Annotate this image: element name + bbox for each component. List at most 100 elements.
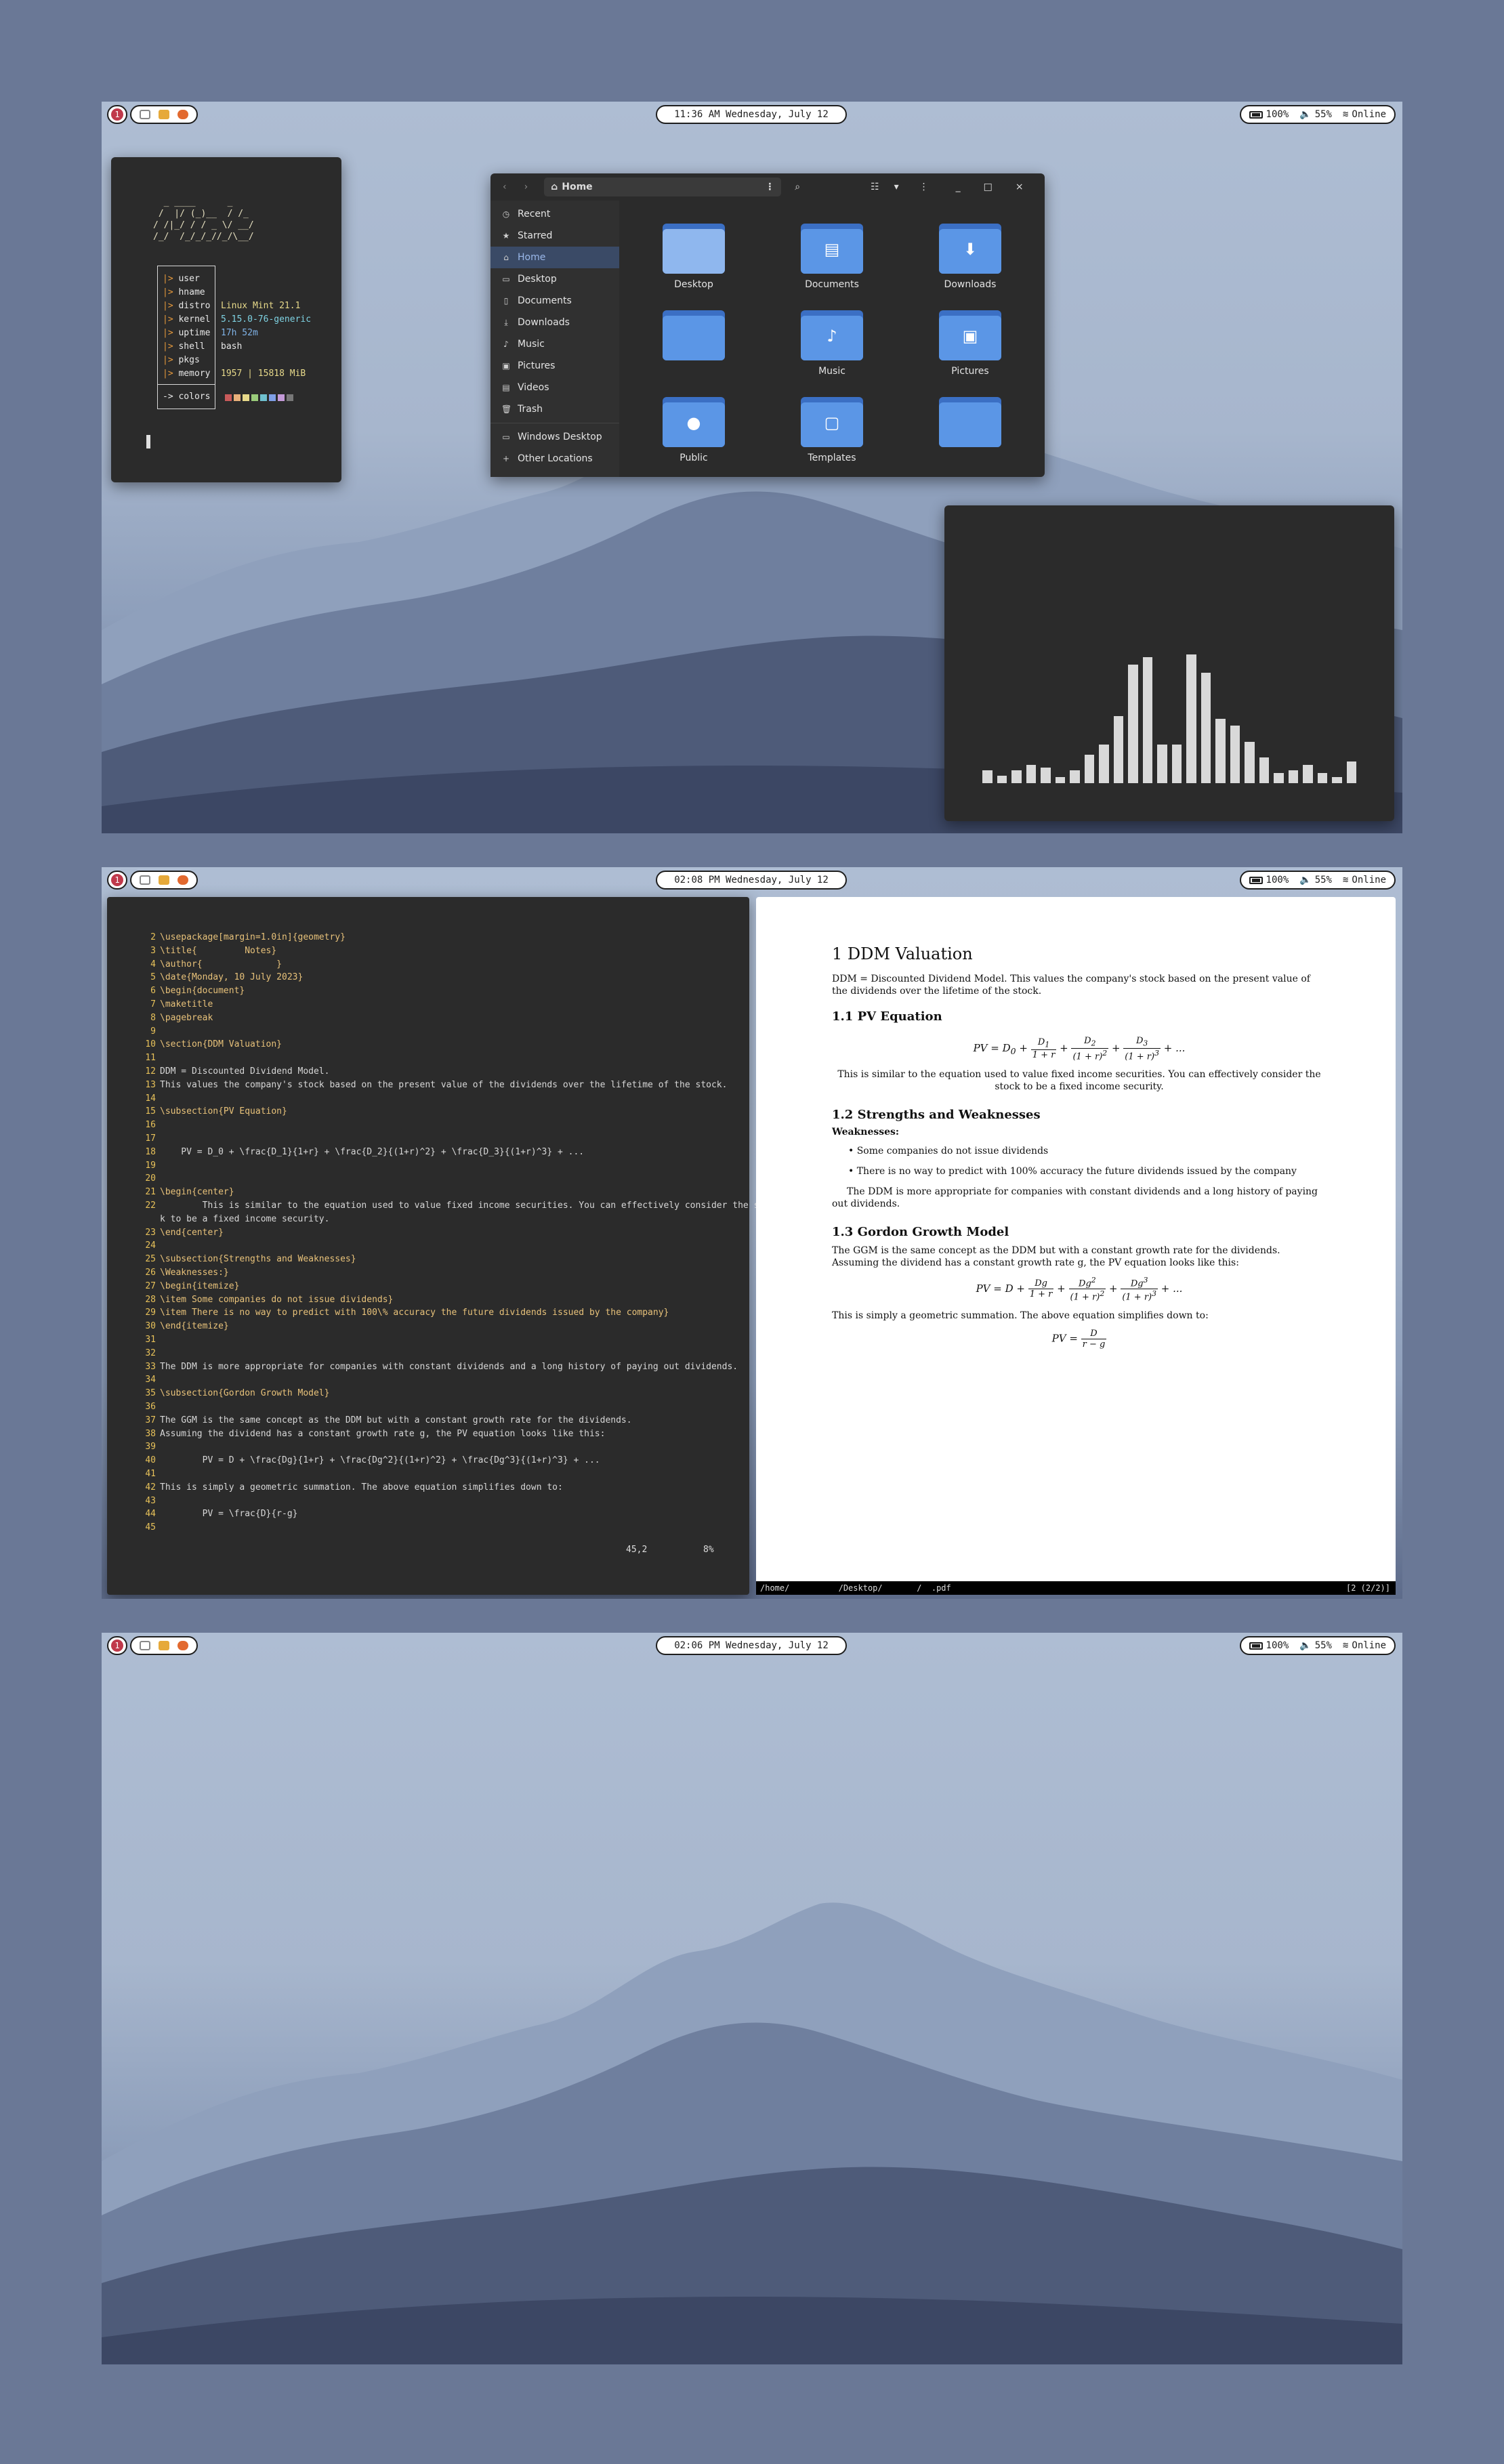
- battery-level[interactable]: 100%: [1266, 109, 1289, 120]
- folder-public[interactable]: ●: [663, 397, 725, 451]
- vim-editor-window[interactable]: 2 \usepackage[margin=1.0in]{geometry} 3 \ti…: [107, 897, 775, 1595]
- sidebar-item-documents[interactable]: ▯ Documents: [490, 290, 619, 312]
- editor-line[interactable]: 26 \Weaknesses:}: [107, 1268, 228, 1280]
- file-manager-window[interactable]: ‹ › ⌂ Home ⋮ ⌕ ☷ ▾ ⋮ _ □ × ◷ Recent ★ Starr…: [490, 173, 1045, 477]
- files-icon[interactable]: [159, 110, 169, 119]
- editor-line[interactable]: k to be a fixed income security.: [107, 1214, 329, 1227]
- network-status[interactable]: Online: [1352, 109, 1386, 120]
- battery-level[interactable]: 100%: [1266, 1640, 1289, 1651]
- editor-line[interactable]: 28 \item Some companies do not issue divi…: [107, 1295, 393, 1308]
- sidebar-item-downloads[interactable]: ⤓ Downloads: [490, 312, 619, 333]
- sidebar-item-pictures[interactable]: ▣ Pictures: [490, 355, 619, 377]
- editor-line[interactable]: 21 \begin{center}: [107, 1187, 234, 1200]
- sidebar-item-desktop[interactable]: ▭ Desktop: [490, 268, 619, 290]
- sidebar-item-recent[interactable]: ◷ Recent: [490, 203, 619, 225]
- clock[interactable]: 02:08 PM Wednesday, July 12: [656, 871, 847, 890]
- sidebar-item-windows-desktop[interactable]: ▭ Windows Desktop: [490, 426, 619, 448]
- files-icon[interactable]: [159, 875, 169, 885]
- editor-line[interactable]: 9: [107, 1026, 160, 1039]
- editor-line[interactable]: 10 \section{DDM Valuation}: [107, 1039, 282, 1052]
- network-status[interactable]: Online: [1352, 875, 1386, 885]
- menu-icon[interactable]: ⋮: [919, 182, 929, 192]
- files-icon[interactable]: [159, 1641, 169, 1650]
- workspace-indicator[interactable]: 1: [107, 105, 127, 124]
- editor-line[interactable]: 42 This is simply a geometric summation. …: [107, 1482, 562, 1495]
- editor-line[interactable]: 22 This is similar to the equation used …: [107, 1200, 775, 1213]
- workspace-indicator[interactable]: 1: [107, 871, 127, 890]
- folder-downloads[interactable]: ⬇: [939, 224, 1001, 278]
- editor-line[interactable]: 13 This values the company's stock based …: [107, 1080, 727, 1093]
- pdf-viewer-window[interactable]: 1 DDM Valuation DDM = Discounted Dividen…: [756, 897, 1396, 1595]
- editor-line[interactable]: 18 PV = D_0 + \frac{D_1}{1+r} + \frac{D_…: [107, 1147, 584, 1160]
- editor-line[interactable]: 7 \maketitle: [107, 999, 213, 1012]
- minimize-icon[interactable]: _: [956, 182, 961, 192]
- sidebar-item-other-locations[interactable]: + Other Locations: [490, 448, 619, 469]
- folder-music[interactable]: ♪: [801, 310, 863, 364]
- folder-desktop[interactable]: [663, 224, 725, 278]
- editor-line[interactable]: 11: [107, 1053, 160, 1066]
- close-icon[interactable]: ×: [1016, 182, 1024, 192]
- volume-level[interactable]: 55%: [1315, 1640, 1332, 1651]
- clock[interactable]: 11:36 AM Wednesday, July 12: [656, 105, 847, 124]
- editor-line[interactable]: 36: [107, 1402, 160, 1415]
- editor-line[interactable]: 24: [107, 1240, 160, 1253]
- editor-line[interactable]: 33 The DDM is more appropriate for compan…: [107, 1362, 738, 1375]
- editor-line[interactable]: 3 \title{ Notes}: [107, 946, 276, 959]
- editor-line[interactable]: 29 \item There is no way to predict with …: [107, 1308, 669, 1320]
- sidebar-item-videos[interactable]: ▤ Videos: [490, 377, 619, 398]
- terminal-window[interactable]: _ ____ _ / |/ (_)__ / /_ / /|_/ / / _ \/…: [111, 157, 341, 482]
- terminal-icon[interactable]: [140, 875, 150, 885]
- battery-level[interactable]: 100%: [1266, 875, 1289, 885]
- editor-line[interactable]: 39: [107, 1442, 160, 1455]
- editor-line[interactable]: 17: [107, 1133, 160, 1146]
- terminal-icon[interactable]: [140, 110, 150, 119]
- editor-line[interactable]: 8 \pagebreak: [107, 1013, 213, 1026]
- editor-line[interactable]: 4 \author{ }: [107, 959, 282, 972]
- maximize-icon[interactable]: □: [984, 182, 993, 192]
- audio-visualizer-window[interactable]: [944, 505, 1394, 821]
- location-menu-icon[interactable]: ⋮: [765, 182, 774, 192]
- network-status[interactable]: Online: [1352, 1640, 1386, 1651]
- terminal-icon[interactable]: [140, 1641, 150, 1650]
- firefox-icon[interactable]: [177, 875, 188, 885]
- folder-pictures[interactable]: ▣: [939, 310, 1001, 364]
- editor-line[interactable]: 32: [107, 1348, 160, 1361]
- editor-line[interactable]: 41: [107, 1469, 160, 1482]
- chevron-down-icon[interactable]: ▾: [894, 182, 899, 192]
- view-toggle-icon[interactable]: ☷: [871, 182, 879, 192]
- editor-line[interactable]: 45: [107, 1522, 160, 1535]
- search-icon[interactable]: ⌕: [795, 182, 800, 192]
- editor-line[interactable]: 40 PV = D + \frac{Dg}{1+r} + \frac{Dg^2}…: [107, 1455, 600, 1468]
- folder-unnamed[interactable]: [939, 397, 1001, 451]
- editor-line[interactable]: 25 \subsection{Strengths and Weaknesses}: [107, 1254, 356, 1267]
- editor-line[interactable]: 34: [107, 1375, 160, 1387]
- editor-line[interactable]: 43: [107, 1496, 160, 1509]
- sidebar-item-music[interactable]: ♪ Music: [490, 333, 619, 355]
- editor-line[interactable]: 38 Assuming the dividend has a constant g…: [107, 1429, 605, 1442]
- clock[interactable]: 02:06 PM Wednesday, July 12: [656, 1636, 847, 1655]
- sidebar-item-home[interactable]: ⌂ Home: [490, 247, 619, 268]
- editor-line[interactable]: 30 \end{itemize}: [107, 1321, 228, 1334]
- editor-line[interactable]: 15 \subsection{PV Equation}: [107, 1106, 287, 1119]
- editor-line[interactable]: 2 \usepackage[margin=1.0in]{geometry}: [107, 932, 346, 945]
- editor-text-area[interactable]: 2 \usepackage[margin=1.0in]{geometry} 3 \ti…: [107, 932, 775, 1569]
- editor-line[interactable]: 31: [107, 1335, 160, 1348]
- editor-line[interactable]: 19: [107, 1161, 160, 1173]
- folder-unnamed[interactable]: [663, 310, 725, 364]
- firefox-icon[interactable]: [177, 110, 188, 119]
- editor-line[interactable]: 5 \date{Monday, 10 July 2023}: [107, 972, 303, 985]
- editor-line[interactable]: 44 PV = \frac{D}{r-g}: [107, 1509, 297, 1522]
- editor-line[interactable]: 14: [107, 1093, 160, 1106]
- editor-line[interactable]: 16: [107, 1120, 160, 1133]
- folder-templates[interactable]: ▢: [801, 397, 863, 451]
- forward-icon[interactable]: ›: [524, 182, 528, 192]
- workspace-indicator[interactable]: 1: [107, 1636, 127, 1655]
- location-bar[interactable]: ⌂ Home ⋮: [544, 178, 782, 196]
- editor-line[interactable]: 35 \subsection{Gordon Growth Model}: [107, 1388, 329, 1401]
- back-icon[interactable]: ‹: [503, 182, 507, 192]
- editor-line[interactable]: 37 The GGM is the same concept as the DDM…: [107, 1415, 631, 1428]
- sidebar-item-starred[interactable]: ★ Starred: [490, 225, 619, 247]
- folder-documents[interactable]: ▤: [801, 224, 863, 278]
- editor-line[interactable]: 20: [107, 1173, 160, 1186]
- editor-line[interactable]: 6 \begin{document}: [107, 986, 245, 999]
